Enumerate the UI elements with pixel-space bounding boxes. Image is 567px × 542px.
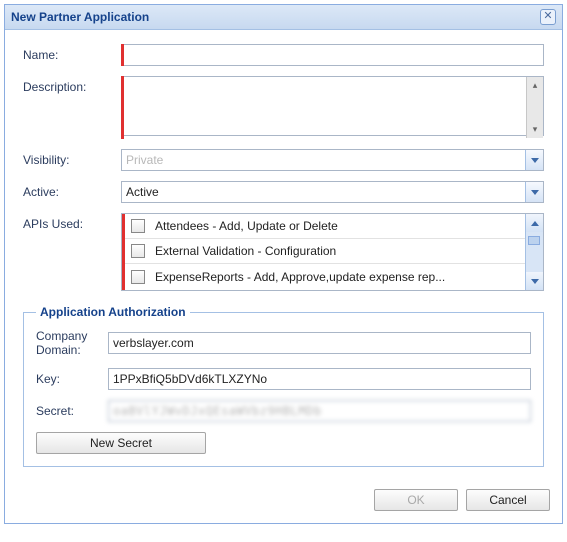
row-description: Description: ▴ ▾	[23, 76, 544, 139]
ok-button[interactable]: OK	[374, 489, 458, 511]
chevron-down-icon	[531, 158, 539, 163]
label-company-domain: Company Domain:	[36, 329, 108, 358]
row-company-domain: Company Domain:	[36, 329, 531, 358]
close-button[interactable]: ✕	[540, 9, 556, 25]
label-description: Description:	[23, 76, 121, 94]
scroll-up-icon[interactable]: ▴	[527, 77, 543, 94]
field-apis-wrap: Attendees - Add, Update or Delete Extern…	[121, 213, 544, 291]
visibility-dropdown-button[interactable]	[525, 150, 543, 170]
scroll-down-icon[interactable]: ▾	[527, 121, 543, 138]
description-input[interactable]	[121, 76, 544, 136]
apis-list: Attendees - Add, Update or Delete Extern…	[125, 214, 525, 290]
key-input[interactable]	[108, 368, 531, 390]
api-label: External Validation - Configuration	[155, 244, 519, 258]
required-indicator	[121, 76, 124, 139]
close-icon: ✕	[543, 10, 552, 22]
field-name-wrap	[121, 44, 544, 66]
new-secret-button[interactable]: New Secret	[36, 432, 206, 454]
checkbox[interactable]	[131, 219, 145, 233]
apis-scrollbar[interactable]	[525, 214, 543, 290]
required-indicator	[121, 44, 124, 66]
row-secret: Secret: oaBVlYJWvDJxQEsaWVbz9HBLMDb	[36, 400, 531, 422]
dialog: New Partner Application ✕ Name: Descript…	[4, 4, 563, 524]
field-secret: oaBVlYJWvDJxQEsaWVbz9HBLMDb	[108, 400, 531, 422]
active-select[interactable]: Active	[121, 181, 544, 203]
company-domain-input[interactable]	[108, 332, 531, 354]
row-key: Key:	[36, 368, 531, 390]
secret-value-obscured: oaBVlYJWvDJxQEsaWVbz9HBLMDb	[108, 400, 531, 422]
auth-fieldset: Application Authorization Company Domain…	[23, 305, 544, 467]
label-active: Active:	[23, 181, 121, 199]
label-name: Name:	[23, 44, 121, 62]
label-visibility: Visibility:	[23, 149, 121, 167]
label-apis: APIs Used:	[23, 213, 121, 231]
row-active: Active: Active	[23, 181, 544, 203]
api-row[interactable]: External Validation - Configuration	[125, 239, 525, 264]
scroll-marker-icon	[528, 236, 540, 245]
label-secret: Secret:	[36, 404, 108, 418]
chevron-up-icon	[531, 221, 539, 226]
field-active-wrap: Active	[121, 181, 544, 203]
scroll-up-button[interactable]	[526, 214, 543, 232]
chevron-down-icon	[531, 190, 539, 195]
api-label: Attendees - Add, Update or Delete	[155, 219, 519, 233]
api-row[interactable]: ExpenseReports - Add, Approve,update exp…	[125, 264, 525, 289]
field-company-domain	[108, 332, 531, 354]
row-new-secret: New Secret	[36, 432, 531, 454]
scroll-track[interactable]	[526, 232, 543, 272]
textarea-scrollbar[interactable]: ▴ ▾	[526, 77, 543, 138]
scroll-down-button[interactable]	[526, 272, 543, 290]
field-description-wrap: ▴ ▾	[121, 76, 544, 139]
dialog-content: Name: Description: ▴ ▾ Visibility: Priva…	[5, 30, 562, 481]
apis-listbox: Attendees - Add, Update or Delete Extern…	[121, 213, 544, 291]
row-apis: APIs Used: Attendees - Add, Update or De…	[23, 213, 544, 291]
api-row[interactable]: Attendees - Add, Update or Delete	[125, 214, 525, 239]
dialog-footer: OK Cancel	[5, 481, 562, 523]
active-dropdown-button[interactable]	[525, 182, 543, 202]
auth-legend: Application Authorization	[36, 305, 190, 319]
chevron-down-icon	[531, 279, 539, 284]
api-label: ExpenseReports - Add, Approve,update exp…	[155, 270, 519, 284]
name-input[interactable]	[121, 44, 544, 66]
field-key	[108, 368, 531, 390]
row-name: Name:	[23, 44, 544, 66]
label-key: Key:	[36, 372, 108, 386]
field-visibility-wrap: Private	[121, 149, 544, 171]
checkbox[interactable]	[131, 244, 145, 258]
visibility-select[interactable]: Private	[121, 149, 544, 171]
dialog-title: New Partner Application	[11, 10, 149, 24]
row-visibility: Visibility: Private	[23, 149, 544, 171]
titlebar: New Partner Application ✕	[5, 5, 562, 30]
cancel-button[interactable]: Cancel	[466, 489, 550, 511]
checkbox[interactable]	[131, 270, 145, 284]
